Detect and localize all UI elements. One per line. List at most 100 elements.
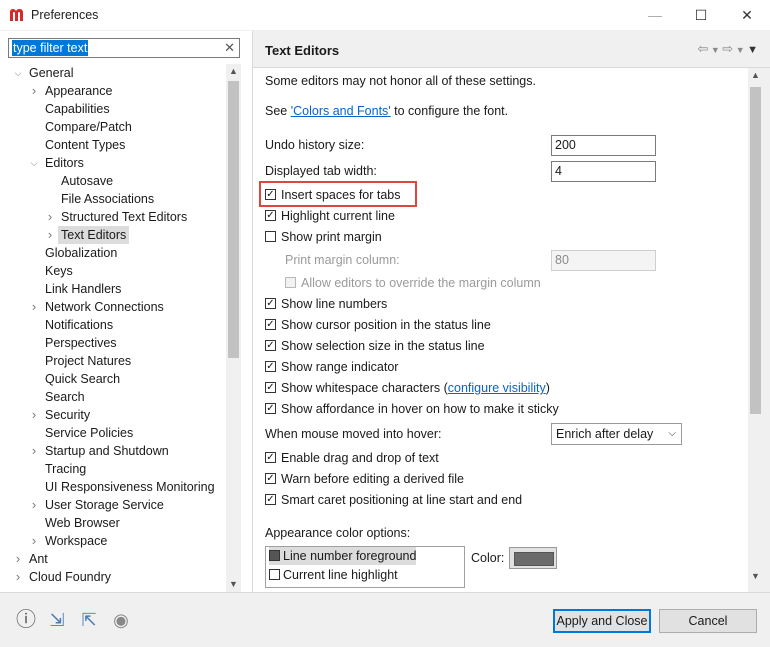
tree-item-label: Ant bbox=[29, 552, 48, 566]
tree-item[interactable]: Service Policies bbox=[0, 424, 226, 442]
scroll-up-icon[interactable]: ▲ bbox=[226, 64, 241, 79]
help-icon[interactable]: ⓘ bbox=[15, 609, 37, 631]
configure-visibility-link[interactable]: configure visibility bbox=[448, 381, 546, 395]
scroll-up-icon[interactable]: ▲ bbox=[748, 68, 763, 83]
tree-item-label: Quick Search bbox=[45, 372, 121, 386]
tab-width-input[interactable]: 4 bbox=[551, 161, 656, 182]
checkmark-icon[interactable]: ✓ bbox=[265, 340, 276, 351]
expand-chevron-icon[interactable]: ⌵ bbox=[13, 64, 23, 82]
scroll-down-icon[interactable]: ▼ bbox=[748, 569, 763, 584]
checkmark-icon[interactable]: ✓ bbox=[265, 382, 276, 393]
collapse-chevron-icon[interactable]: › bbox=[29, 82, 39, 100]
checkbox-box[interactable] bbox=[265, 231, 276, 242]
tree-item-label: General bbox=[29, 66, 74, 80]
font-note-prefix: See bbox=[265, 104, 291, 118]
tree-item[interactable]: Capabilities bbox=[0, 100, 226, 118]
settings-scrollbar-thumb[interactable] bbox=[750, 87, 761, 414]
appearance-color-list[interactable]: Line number foreground Current line highl… bbox=[265, 546, 465, 588]
tree-item[interactable]: Globalization bbox=[0, 244, 226, 262]
print-margin-label: Print margin column: bbox=[285, 253, 400, 267]
tree-item[interactable]: Keys bbox=[0, 262, 226, 280]
color-option-swatch bbox=[269, 569, 280, 580]
tree-item[interactable]: Quick Search bbox=[0, 370, 226, 388]
close-button[interactable]: ✕ bbox=[724, 0, 770, 30]
forward-menu-chevron-icon[interactable]: ▼ bbox=[733, 45, 747, 55]
cancel-button[interactable]: Cancel bbox=[659, 609, 757, 633]
checkmark-icon[interactable]: ✓ bbox=[265, 494, 276, 505]
tree-item[interactable]: › User Storage Service bbox=[0, 496, 226, 514]
apply-and-close-button[interactable]: Apply and Close bbox=[553, 609, 651, 633]
tree-item[interactable]: Project Natures bbox=[0, 352, 226, 370]
color-picker-button[interactable] bbox=[509, 547, 557, 569]
back-menu-chevron-icon[interactable]: ▼ bbox=[708, 45, 722, 55]
expand-chevron-icon[interactable]: ⌵ bbox=[29, 154, 39, 172]
checkmark-icon[interactable]: ✓ bbox=[265, 298, 276, 309]
tree-item[interactable]: UI Responsiveness Monitoring bbox=[0, 478, 226, 496]
export-icon[interactable]: ⇱ bbox=[78, 609, 100, 631]
tree-item[interactable]: Perspectives bbox=[0, 334, 226, 352]
tree-item[interactable]: File Associations bbox=[0, 190, 226, 208]
checkbox-label-text: Show print margin bbox=[281, 230, 382, 244]
checkmark-icon[interactable]: ✓ bbox=[265, 361, 276, 372]
tree-item[interactable]: ⌵ Editors bbox=[0, 154, 226, 172]
checkmark-icon[interactable]: ✓ bbox=[265, 473, 276, 484]
view-menu-icon[interactable]: ▼ bbox=[747, 44, 758, 56]
tree-scrollbar[interactable]: ▲ ▼ bbox=[226, 64, 241, 592]
tree-scrollbar-thumb[interactable] bbox=[228, 81, 239, 358]
checkmark-icon[interactable]: ✓ bbox=[265, 210, 276, 221]
tree-item[interactable]: › Cloud Foundry bbox=[0, 568, 226, 586]
collapse-chevron-icon[interactable]: › bbox=[29, 532, 39, 550]
filter-input[interactable]: type filter text ✕ bbox=[8, 38, 240, 58]
tree-item[interactable]: Search bbox=[0, 388, 226, 406]
color-label: Color: bbox=[471, 551, 505, 565]
tree-item[interactable]: › Structured Text Editors bbox=[0, 208, 226, 226]
collapse-chevron-icon[interactable]: › bbox=[29, 442, 39, 460]
checkbox-label: Show line numbers bbox=[281, 295, 387, 313]
tree-item[interactable]: Web Browser bbox=[0, 514, 226, 532]
settings-scrollbar[interactable]: ▲ ▼ bbox=[748, 68, 763, 592]
colors-and-fonts-link[interactable]: 'Colors and Fonts' bbox=[291, 104, 391, 118]
tree-item[interactable]: › Appearance bbox=[0, 82, 226, 100]
tree-item[interactable]: › Startup and Shutdown bbox=[0, 442, 226, 460]
tree-item[interactable]: Autosave bbox=[0, 172, 226, 190]
import-icon[interactable]: ⇲ bbox=[46, 609, 68, 631]
collapse-chevron-icon[interactable]: › bbox=[13, 550, 23, 568]
collapse-chevron-icon[interactable]: › bbox=[29, 406, 39, 424]
tree-item[interactable]: › Text Editors bbox=[0, 226, 226, 244]
tree-item[interactable]: › Security bbox=[0, 406, 226, 424]
back-arrow-icon[interactable]: ⇦ bbox=[697, 41, 708, 56]
tree-item[interactable]: Tracing bbox=[0, 460, 226, 478]
collapse-chevron-icon[interactable]: › bbox=[29, 298, 39, 316]
collapse-chevron-icon[interactable]: › bbox=[45, 226, 55, 244]
scroll-down-icon[interactable]: ▼ bbox=[226, 577, 241, 592]
checkmark-icon[interactable]: ✓ bbox=[265, 403, 276, 414]
filter-input-text[interactable]: type filter text bbox=[12, 40, 89, 56]
tree-item[interactable]: Link Handlers bbox=[0, 280, 226, 298]
tree-item[interactable]: Compare/Patch bbox=[0, 118, 226, 136]
tree-item[interactable]: › Network Connections bbox=[0, 298, 226, 316]
checkbox-box[interactable] bbox=[285, 277, 296, 288]
checkmark-icon[interactable]: ✓ bbox=[265, 319, 276, 330]
print-margin-input[interactable]: 80 bbox=[551, 250, 656, 271]
color-option-item[interactable]: Line number foreground bbox=[269, 547, 417, 565]
tree-item[interactable]: Content Types bbox=[0, 136, 226, 154]
tree-item[interactable]: › Ant bbox=[0, 550, 226, 568]
record-icon[interactable]: ◉ bbox=[110, 609, 132, 631]
tree-item-label: Service Policies bbox=[45, 426, 134, 440]
page-nav-controls: ⇦ ▼ ⇨ ▼ ▼ bbox=[697, 41, 758, 57]
collapse-chevron-icon[interactable]: › bbox=[29, 496, 39, 514]
tree-item[interactable]: › Workspace bbox=[0, 532, 226, 550]
clear-filter-icon[interactable]: ✕ bbox=[224, 40, 235, 56]
tree-item[interactable]: Notifications bbox=[0, 316, 226, 334]
collapse-chevron-icon[interactable]: › bbox=[45, 208, 55, 226]
maximize-button[interactable]: ☐ bbox=[678, 0, 724, 30]
collapse-chevron-icon[interactable]: › bbox=[13, 568, 23, 586]
minimize-button[interactable]: — bbox=[632, 0, 678, 30]
tree-item[interactable]: ⌵ General bbox=[0, 64, 226, 82]
undo-history-input[interactable]: 200 bbox=[551, 135, 656, 156]
title-bar: Preferences — ☐ ✕ bbox=[0, 0, 770, 30]
checkmark-icon[interactable]: ✓ bbox=[265, 452, 276, 463]
color-option-item[interactable]: Current line highlight bbox=[269, 566, 398, 584]
forward-arrow-icon[interactable]: ⇨ bbox=[722, 41, 733, 56]
hover-dropdown[interactable]: Enrich after delay ⌵ bbox=[551, 423, 682, 445]
